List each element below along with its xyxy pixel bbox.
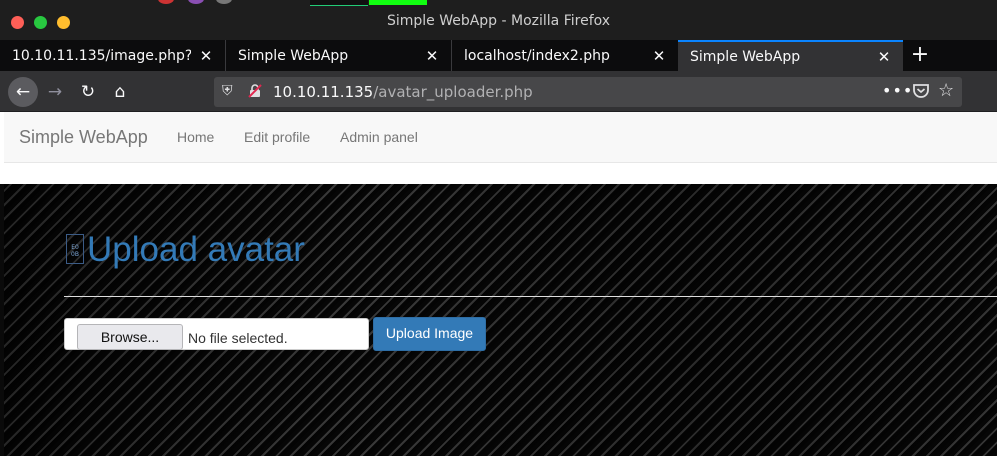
file-status-text: No file selected. — [188, 330, 288, 346]
page-title: Upload avatar — [87, 230, 305, 269]
tab-strip: 10.10.11.135/image.php?img ✕ Simple WebA… — [0, 40, 997, 71]
system-monitor-bar — [369, 0, 427, 5]
nav-link-home[interactable]: Home — [177, 129, 214, 145]
upload-image-button[interactable]: Upload Image — [373, 317, 486, 351]
insecure-lock-icon[interactable] — [248, 84, 262, 98]
reload-button[interactable]: ↻ — [73, 77, 103, 107]
nav-link-admin-panel[interactable]: Admin panel — [340, 129, 418, 145]
tab-label: 10.10.11.135/image.php?img — [12, 47, 191, 64]
tab-label: Simple WebApp — [238, 47, 349, 64]
site-brand[interactable]: Simple WebApp — [19, 127, 148, 148]
tab-simple-webapp-active[interactable]: Simple WebApp ✕ — [678, 40, 903, 71]
url-host: 10.10.11.135 — [273, 83, 374, 101]
close-icon[interactable]: ✕ — [652, 47, 666, 65]
home-button[interactable]: ⌂ — [105, 77, 135, 107]
pocket-icon[interactable] — [912, 83, 930, 99]
tab-simple-webapp-1[interactable]: Simple WebApp ✕ — [226, 40, 452, 71]
close-icon[interactable]: ✕ — [877, 48, 891, 66]
address-bar[interactable]: ⛨ 10.10.11.135/avatar_uploader.php ••• ☆ — [214, 77, 962, 107]
upload-section: E0 0B Upload avatar Browse... No file se… — [4, 184, 997, 456]
tab-localhost-index2[interactable]: localhost/index2.php ✕ — [452, 40, 678, 71]
url-text[interactable]: 10.10.11.135/avatar_uploader.php — [273, 83, 533, 101]
system-icon-red — [158, 0, 174, 4]
close-icon[interactable]: ✕ — [199, 47, 213, 65]
tab-label: localhost/index2.php — [464, 47, 610, 64]
forward-button[interactable]: → — [40, 77, 70, 107]
new-tab-button[interactable]: + — [906, 40, 934, 71]
bookmark-star-icon[interactable]: ☆ — [938, 80, 954, 101]
file-input[interactable]: Browse... No file selected. — [64, 318, 369, 350]
broken-image-icon: E0 0B — [66, 234, 84, 264]
window-titlebar: Simple WebApp - Mozilla Firefox — [0, 0, 997, 40]
close-icon[interactable]: ✕ — [425, 47, 439, 65]
system-monitor-graph — [310, 0, 368, 6]
divider — [64, 296, 997, 297]
page-viewport: Simple WebApp Home Edit profile Admin pa… — [0, 112, 997, 456]
system-icon-purple — [188, 0, 204, 4]
page-actions-menu-icon[interactable]: ••• — [882, 81, 913, 100]
tab-image-php[interactable]: 10.10.11.135/image.php?img ✕ — [0, 40, 226, 71]
tab-label: Simple WebApp — [690, 48, 801, 65]
nav-link-edit-profile[interactable]: Edit profile — [244, 129, 310, 145]
navigation-toolbar: ← → ↻ ⌂ ⛨ 10.10.11.135/avatar_uploader.p… — [0, 71, 997, 112]
browse-button[interactable]: Browse... — [77, 324, 183, 350]
window-title: Simple WebApp - Mozilla Firefox — [386, 13, 611, 29]
shield-icon[interactable]: ⛨ — [222, 83, 236, 99]
site-navbar: Simple WebApp Home Edit profile Admin pa… — [4, 112, 997, 163]
system-icon-gray — [216, 0, 232, 4]
back-button[interactable]: ← — [8, 77, 38, 107]
url-path: /avatar_uploader.php — [373, 83, 533, 101]
